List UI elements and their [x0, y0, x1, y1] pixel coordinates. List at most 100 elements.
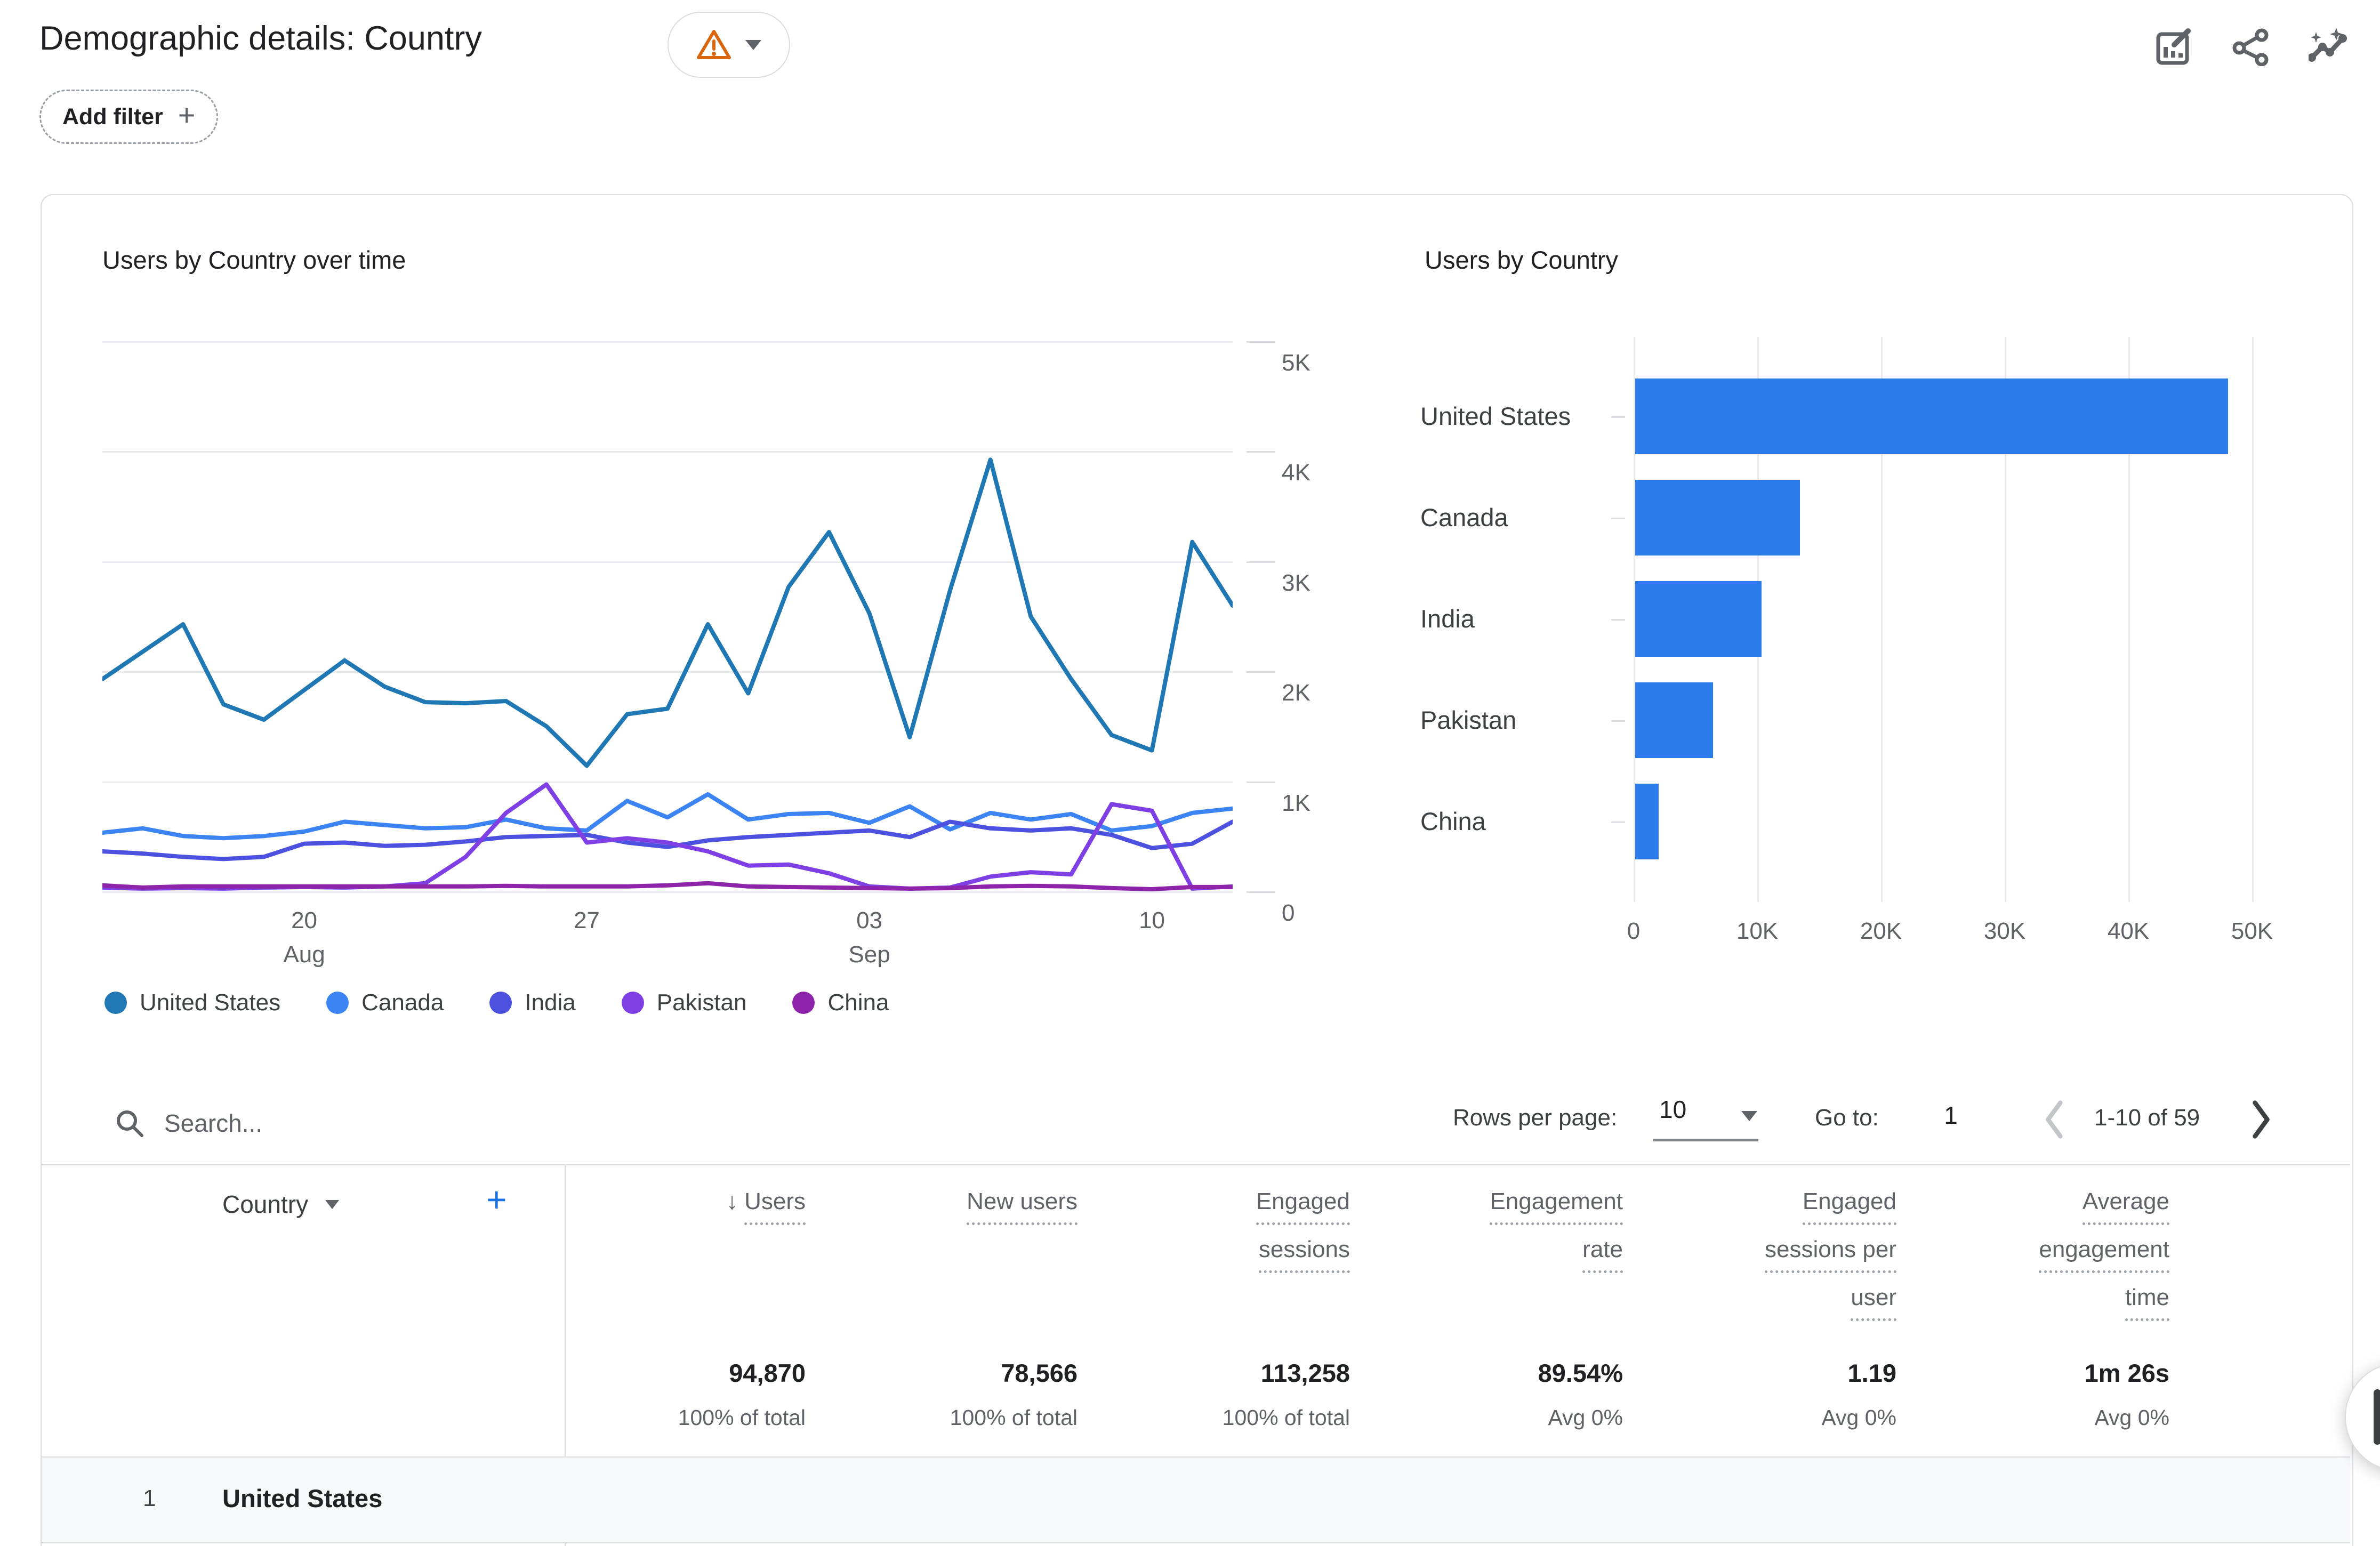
column-header[interactable]: Average engagement time: [1919, 1186, 2169, 1330]
go-to-input[interactable]: [1908, 1091, 1994, 1140]
bar-china: [1635, 784, 1659, 859]
demographic-details-page: Demographic details: Country: [0, 0, 2380, 1546]
legend-item: India: [489, 989, 575, 1016]
search-icon: [114, 1108, 145, 1139]
column-header-text: Users: [744, 1186, 806, 1225]
column-header-text: sessions per: [1765, 1234, 1896, 1273]
chevron-down-icon: [745, 40, 761, 50]
add-filter-label: Add filter: [62, 104, 163, 130]
column-header-line: engagement: [1919, 1234, 2169, 1273]
sort-descending-icon: ↓: [726, 1188, 738, 1214]
bar-canada: [1635, 480, 1800, 555]
column-header-line: sessions per: [1646, 1234, 1896, 1273]
y-axis-label: 2K: [1282, 680, 1310, 706]
previous-page-icon[interactable]: [2041, 1097, 2069, 1142]
column-header-line: Engaged: [1099, 1186, 1350, 1225]
column-header-text: time: [2125, 1282, 2169, 1321]
x-axis-month-label: Aug: [256, 941, 352, 968]
next-page-icon[interactable]: [2247, 1097, 2274, 1142]
row-country: United States: [222, 1456, 382, 1541]
bar-united-states: [1635, 379, 2228, 454]
legend-dot: [622, 992, 644, 1014]
data-quality-badge[interactable]: [668, 12, 790, 78]
insights-icon[interactable]: [2309, 28, 2347, 66]
x-axis-label: 20: [256, 907, 352, 934]
legend-label: India: [525, 989, 575, 1016]
line-series-canada: [102, 794, 1233, 838]
column-header-text: engagement: [2039, 1234, 2169, 1273]
legend-item: United States: [104, 989, 280, 1016]
table-row[interactable]: [42, 1456, 2350, 1543]
y-axis-label: 1K: [1282, 790, 1310, 817]
rows-per-page-label: Rows per page:: [1453, 1105, 1617, 1131]
legend-item: Canada: [326, 989, 444, 1016]
report-actions: [2155, 28, 2347, 66]
legend-dot: [489, 992, 512, 1014]
column-header-text: Engagement: [1490, 1186, 1623, 1225]
line-chart-title: Users by Country over time: [102, 245, 406, 275]
column-header-line: Engagement: [1372, 1186, 1623, 1225]
column-header-text: Engaged: [1256, 1186, 1350, 1225]
column-header-line: New users: [827, 1186, 1078, 1225]
chevron-right-icon: [2374, 1389, 2380, 1445]
x-axis-month-label: Sep: [822, 941, 918, 968]
dimension-selector-country[interactable]: Country: [222, 1190, 339, 1219]
legend-label: United States: [140, 989, 280, 1016]
line-series-china: [102, 883, 1233, 889]
add-column-button[interactable]: +: [486, 1179, 507, 1220]
column-header[interactable]: Engaged sessions per user: [1646, 1186, 1896, 1330]
add-filter-button[interactable]: Add filter +: [39, 90, 218, 144]
legend-label: Canada: [361, 989, 444, 1016]
bar-chart-title: Users by Country: [1425, 245, 1618, 275]
bar-pakistan: [1635, 682, 1713, 758]
x-axis-label: 03: [822, 907, 918, 934]
edit-chart-icon[interactable]: [2155, 28, 2193, 66]
column-header-line: ↓Users: [555, 1186, 806, 1225]
column-header-text: sessions: [1259, 1234, 1350, 1273]
line-chart-x-labels: 20 Aug 27 03 Sep 10: [102, 907, 1233, 982]
chevron-down-icon: [1741, 1111, 1757, 1121]
pagination-range: 1-10 of 59: [2094, 1105, 2200, 1131]
legend-dot: [326, 992, 349, 1014]
plus-icon: +: [178, 100, 196, 130]
column-header[interactable]: New users: [827, 1186, 1078, 1234]
legend-label: Pakistan: [657, 989, 747, 1016]
legend-dot: [104, 992, 127, 1014]
column-header[interactable]: Engaged sessions: [1099, 1186, 1350, 1282]
legend-label: China: [827, 989, 889, 1016]
row-rank: 1: [143, 1456, 156, 1541]
column-header-line: time: [1919, 1282, 2169, 1321]
line-chart: [102, 341, 1233, 893]
line-series-india: [102, 822, 1233, 859]
legend-item: Pakistan: [622, 989, 747, 1016]
page-title: Demographic details: Country: [39, 19, 482, 58]
chevron-down-icon: [325, 1200, 339, 1209]
y-axis-label: 5K: [1282, 350, 1310, 376]
column-header-line: Engaged: [1646, 1186, 1896, 1225]
bar-gridline: [2252, 337, 2254, 902]
search-input[interactable]: [163, 1099, 1072, 1147]
warning-triangle-icon: [696, 29, 731, 61]
column-header[interactable]: ↓Users: [555, 1186, 806, 1234]
column-header-text: rate: [1582, 1234, 1623, 1273]
legend-dot: [792, 992, 815, 1014]
column-header-line: rate: [1372, 1234, 1623, 1273]
line-series-united-states: [102, 460, 1233, 766]
y-axis-label: 0: [1282, 900, 1294, 927]
column-header-text: Average: [2082, 1186, 2169, 1225]
table-top-divider: [42, 1164, 2350, 1165]
bar-india: [1635, 581, 1762, 657]
column-header-text: New users: [967, 1186, 1078, 1225]
x-axis-label: 27: [539, 907, 635, 934]
column-header[interactable]: Engagement rate: [1372, 1186, 1623, 1282]
y-axis-label: 4K: [1282, 460, 1310, 486]
x-axis-label: 10: [1104, 907, 1200, 934]
column-header-line: Average: [1919, 1186, 2169, 1225]
legend-item: China: [792, 989, 889, 1016]
dimension-label: Country: [222, 1190, 308, 1219]
column-header-line: user: [1646, 1282, 1896, 1321]
y-axis-label: 3K: [1282, 570, 1310, 597]
share-icon[interactable]: [2232, 28, 2270, 66]
line-chart-legend: United States Canada India Pakistan China: [104, 989, 935, 1016]
rows-per-page-select[interactable]: 10: [1653, 1091, 1758, 1141]
